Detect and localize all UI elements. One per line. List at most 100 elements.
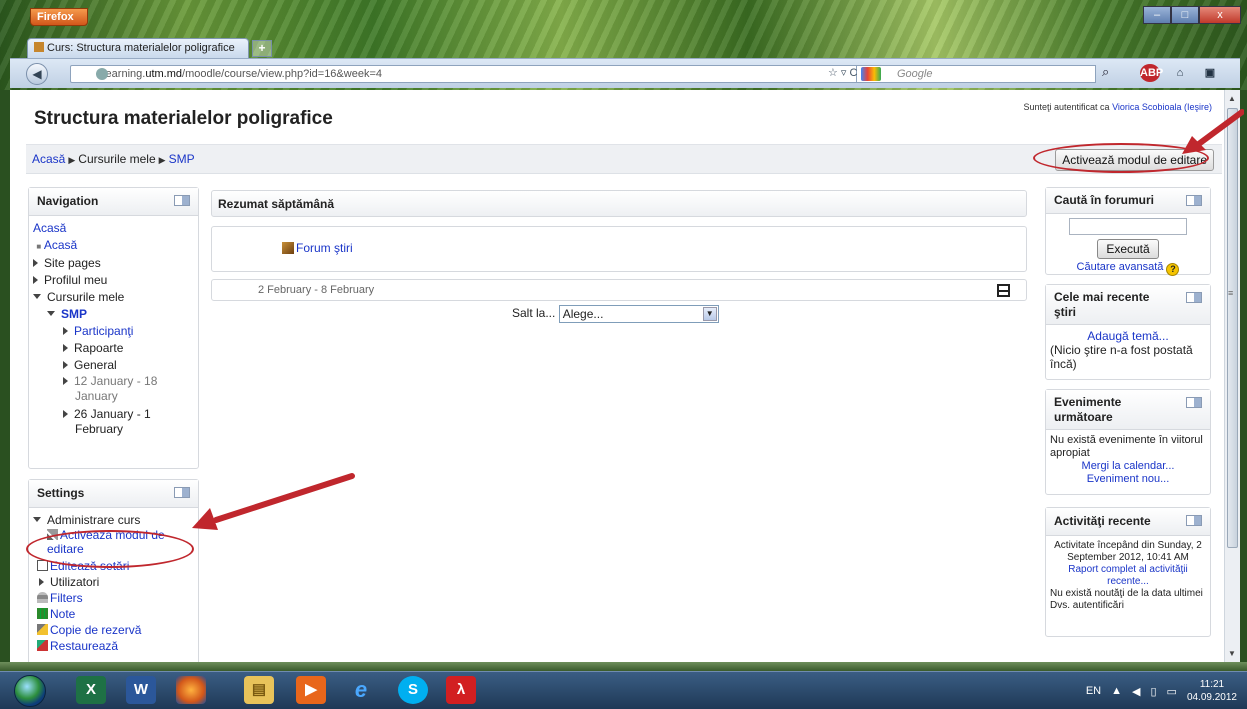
word-icon[interactable]: W <box>126 676 156 704</box>
volume-icon[interactable]: ◀ <box>1132 685 1140 698</box>
news-forum-link[interactable]: Forum ştiri <box>296 241 353 255</box>
nav-home-item[interactable]: Acasă <box>44 238 77 252</box>
forum-search-body: Execută Căutare avansată ? <box>1046 218 1210 280</box>
nav-general[interactable]: General <box>74 358 117 372</box>
upcoming-events-header: Evenimente următoare <box>1046 390 1210 430</box>
breadcrumb-course[interactable]: SMP <box>169 152 195 166</box>
nav-profile[interactable]: Profilul meu <box>44 273 107 287</box>
help-icon[interactable]: ? <box>1166 263 1180 276</box>
nav-week-2[interactable]: 26 January - 1 <box>74 407 151 421</box>
jump-label: Salt la... <box>512 306 556 321</box>
navigation-block: Navigation Acasă ■ Acasă Site pages Prof… <box>28 187 199 469</box>
firefox-menu-button[interactable]: Firefox <box>30 8 88 26</box>
search-icon[interactable]: ⌕ <box>1102 64 1109 80</box>
firefox-icon[interactable] <box>176 676 206 704</box>
start-button[interactable] <box>14 675 46 707</box>
scrollbar-thumb[interactable] <box>1227 108 1238 548</box>
filters-link[interactable]: Filters <box>50 591 83 605</box>
scroll-down-icon[interactable]: ▼ <box>1228 649 1236 658</box>
language-indicator[interactable]: EN <box>1086 685 1101 697</box>
jump-to: Salt la... Alege... ▼ <box>512 305 719 323</box>
media-player-icon[interactable]: ▶ <box>296 676 326 704</box>
jump-value: Alege... <box>562 307 604 321</box>
home-icon[interactable]: ⌂ <box>1170 64 1190 82</box>
show-hidden-icons-icon[interactable]: ▲ <box>1111 685 1122 697</box>
nav-reports[interactable]: Rapoarte <box>74 341 123 355</box>
browser-tab[interactable]: Curs: Structura materialelor poligrafice <box>27 38 249 58</box>
forum-search-header: Caută în forumuri <box>1046 188 1210 214</box>
ie-icon[interactable]: e <box>346 676 376 704</box>
dock-icon[interactable] <box>1186 292 1202 303</box>
dropdown-arrow-icon[interactable]: ▼ <box>702 307 717 321</box>
expand-arrow-icon[interactable] <box>63 410 68 418</box>
collapse-arrow-icon[interactable] <box>33 294 41 299</box>
login-user-link[interactable]: Viorica Scobioala <box>1112 102 1181 112</box>
latest-news-block: Cele mai recente ştiri Adaugă temă... (Ni… <box>1045 284 1211 380</box>
minimize-button[interactable]: – <box>1143 6 1171 24</box>
grades-icon <box>37 608 48 619</box>
grades-link[interactable]: Note <box>50 607 75 621</box>
skype-icon[interactable]: S <box>398 676 428 704</box>
expand-arrow-icon[interactable] <box>39 578 44 586</box>
page-viewport: Structura materialelor poligrafice Sunte… <box>10 90 1224 662</box>
new-tab-button[interactable]: + <box>252 40 272 57</box>
navigation-toolbar: ◀ elearning.utm.md/moodle/course/view.ph… <box>10 58 1240 88</box>
explorer-icon[interactable]: ▤ <box>244 676 274 704</box>
restore-link[interactable]: Restaurează <box>50 639 118 653</box>
users-item[interactable]: Utilizatori <box>50 575 99 589</box>
action-center-icon[interactable]: ▭ <box>1167 685 1177 698</box>
nav-my-courses[interactable]: Cursurile mele <box>47 290 124 304</box>
advanced-search-link[interactable]: Căutare avansată <box>1077 261 1164 273</box>
adblock-icon[interactable]: ABP <box>1140 64 1163 82</box>
forum-search-button[interactable]: Execută <box>1097 239 1159 259</box>
forum-search-input[interactable] <box>1069 218 1187 235</box>
excel-icon[interactable]: X <box>76 676 106 704</box>
collapse-arrow-icon[interactable] <box>33 517 41 522</box>
new-event-link[interactable]: Eveniment nou... <box>1087 473 1170 485</box>
recent-title: Activităţi recente <box>1054 514 1151 528</box>
nav-course-smp[interactable]: SMP <box>61 307 87 321</box>
scroll-up-icon[interactable]: ▲ <box>1228 94 1236 103</box>
collapse-arrow-icon[interactable] <box>47 311 55 316</box>
close-button[interactable]: x <box>1199 6 1241 24</box>
expand-arrow-icon[interactable] <box>63 344 68 352</box>
forum-section: Forum ştiri <box>211 226 1027 272</box>
vertical-scrollbar[interactable]: ▲ ≡ ▼ <box>1224 90 1240 662</box>
browser-chrome: Firefox – □ x Curs: Structura materialel… <box>0 0 1247 90</box>
no-activity-text: Nu există noutăţi de la data ultimei Dvs… <box>1050 588 1203 611</box>
bookmarks-icon[interactable]: ▣ <box>1200 64 1220 82</box>
dock-icon[interactable] <box>1186 515 1202 526</box>
expand-arrow-icon[interactable] <box>63 377 68 385</box>
nav-home-link[interactable]: Acasă <box>33 221 66 235</box>
nav-week-1[interactable]: 12 January - 18 <box>74 374 157 388</box>
acrobat-icon[interactable]: λ <box>446 676 476 704</box>
network-icon[interactable]: ▯ <box>1150 685 1156 698</box>
search-placeholder: Google <box>897 68 933 80</box>
reload-icon[interactable]: ☆ ▿ C <box>828 66 857 79</box>
events-title-1: Evenimente <box>1054 395 1122 409</box>
back-arrow-icon[interactable]: ◀ <box>26 63 48 85</box>
breadcrumb-home[interactable]: Acasă <box>32 152 65 166</box>
clock[interactable]: 11:21 04.09.2012 <box>1187 678 1237 704</box>
expand-arrow-icon[interactable] <box>33 259 38 267</box>
dock-icon[interactable] <box>174 195 190 206</box>
expand-arrow-icon[interactable] <box>33 276 38 284</box>
full-report-link[interactable]: Raport complet al activităţii recente... <box>1068 564 1188 587</box>
backup-link[interactable]: Copie de rezervă <box>50 623 141 637</box>
nav-participants[interactable]: Participanţi <box>74 324 133 338</box>
add-topic-link[interactable]: Adaugă temă... <box>1087 329 1168 343</box>
expand-arrow-icon[interactable] <box>63 361 68 369</box>
calendar-link[interactable]: Mergi la calendar... <box>1082 460 1175 472</box>
nav-site-pages[interactable]: Site pages <box>44 256 101 270</box>
address-bar[interactable]: elearning.utm.md/moodle/course/view.php?… <box>70 65 920 83</box>
recent-activity-header: Activităţi recente <box>1046 508 1210 536</box>
search-bar[interactable]: Google <box>856 65 1096 83</box>
upcoming-events-block: Evenimente următoare Nu există evenimente… <box>1045 389 1211 495</box>
dock-icon[interactable] <box>1186 195 1202 206</box>
expand-arrow-icon[interactable] <box>63 327 68 335</box>
show-only-week-icon[interactable] <box>997 284 1010 297</box>
course-admin[interactable]: Administrare curs <box>47 513 140 527</box>
dock-icon[interactable] <box>1186 397 1202 408</box>
jump-select[interactable]: Alege... ▼ <box>558 305 719 323</box>
maximize-button[interactable]: □ <box>1171 6 1199 24</box>
